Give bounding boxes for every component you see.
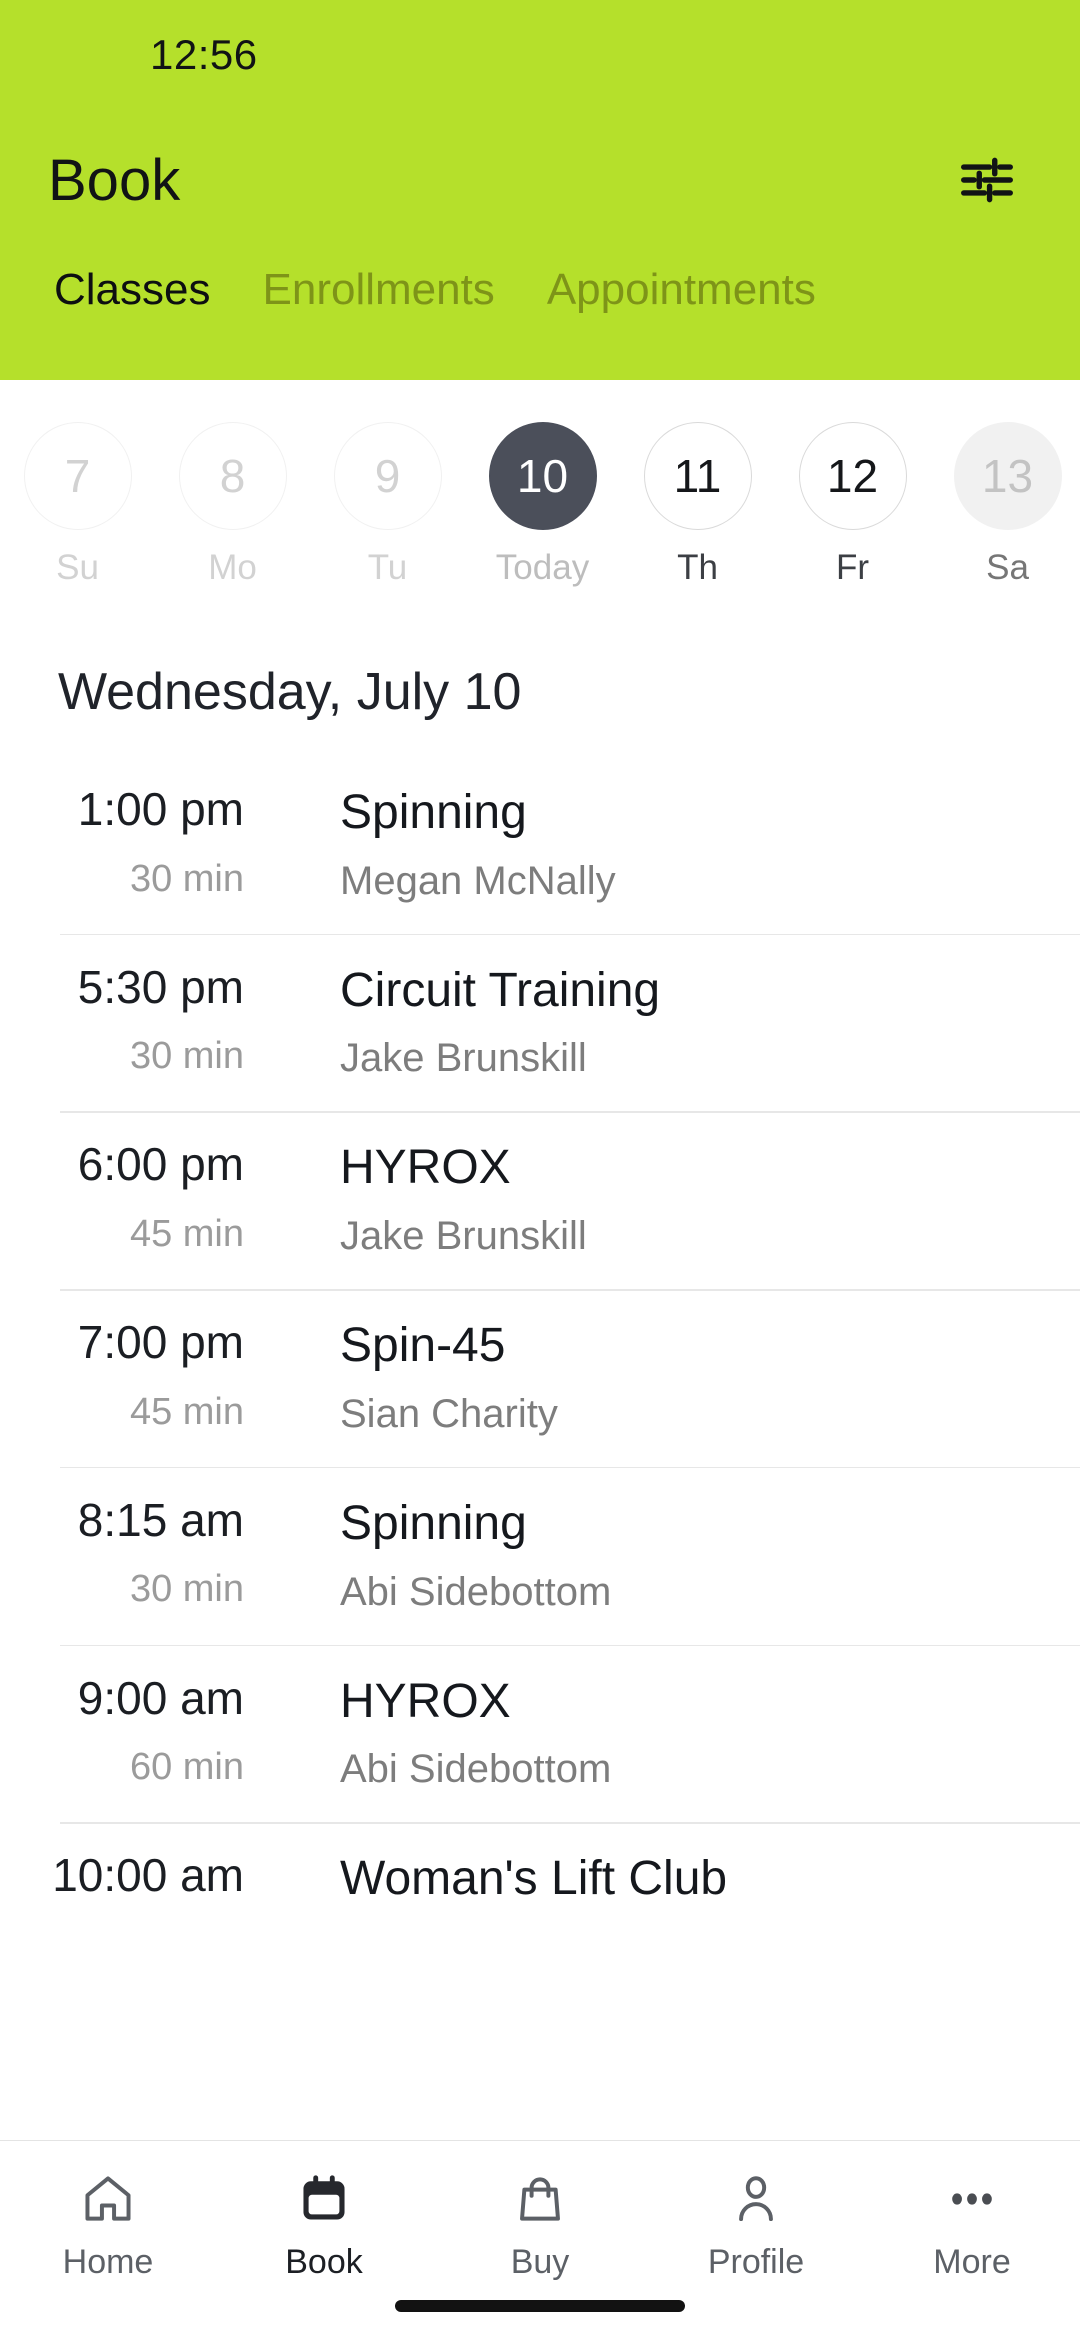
class-instructor: Jake Brunskill	[340, 1036, 587, 1081]
class-info-column: Circuit Training Jake Brunskill	[270, 962, 1032, 1082]
date-weekday: Mo	[208, 548, 257, 587]
nav-item-home[interactable]: Home	[0, 2167, 216, 2282]
class-duration: 45 min	[129, 1390, 244, 1433]
date-weekday: Th	[677, 548, 718, 587]
status-bar: 12:56	[0, 0, 1080, 110]
class-instructor: Megan McNally	[340, 858, 616, 903]
class-row[interactable]: 8:15 am 30 min Spinning Abi Sidebottom	[0, 1466, 1080, 1645]
class-time-column: 10:00 am	[0, 1850, 270, 1924]
class-row[interactable]: 6:00 pm 45 min HYROX Jake Brunskill	[0, 1111, 1080, 1289]
date-number: 8	[178, 422, 287, 530]
bag-icon	[512, 2167, 568, 2231]
nav-item-more[interactable]: More	[864, 2167, 1080, 2282]
class-time-column: 9:00 am 60 min	[0, 1671, 270, 1790]
app-header: 12:56 Book Classes Enrollments Appointme…	[0, 0, 1080, 380]
class-instructor: Abi Sidebottom	[340, 1747, 612, 1792]
class-time: 8:15 am	[77, 1493, 244, 1546]
header-tabs: Classes Enrollments Appointments	[0, 250, 1080, 380]
tab-classes[interactable]: Classes	[32, 264, 233, 317]
nav-item-book[interactable]: Book	[216, 2167, 432, 2282]
home-icon	[80, 2167, 136, 2231]
class-duration: 30 min	[129, 857, 244, 900]
date-weekday: Su	[56, 548, 99, 587]
date-weekday: Today	[495, 548, 590, 587]
person-icon	[728, 2167, 784, 2231]
date-cell-10-today[interactable]: 10 Today	[465, 422, 620, 588]
class-name: HYROX	[340, 1674, 511, 1728]
nav-label: Book	[285, 2243, 363, 2281]
filter-icon[interactable]	[942, 135, 1032, 225]
date-cell-7[interactable]: 7 Su	[0, 422, 155, 588]
class-duration: 60 min	[129, 1746, 244, 1789]
date-cell-13[interactable]: 13 Sa	[930, 422, 1080, 588]
date-number: 12	[798, 422, 907, 530]
class-row[interactable]: 9:00 am 60 min HYROX Abi Sidebottom	[0, 1644, 1080, 1823]
status-bar-clock: 12:56	[150, 31, 258, 78]
class-time-column: 8:15 am 30 min	[0, 1493, 270, 1612]
class-duration: 30 min	[129, 1568, 244, 1611]
nav-item-profile[interactable]: Profile	[648, 2167, 864, 2282]
date-weekday: Tu	[367, 548, 408, 587]
class-name: HYROX	[340, 1141, 511, 1195]
tab-appointments[interactable]: Appointments	[525, 264, 838, 317]
class-info-column: Spinning Megan McNally	[270, 784, 1032, 904]
class-time-column: 6:00 pm 45 min	[0, 1139, 270, 1256]
date-number: 9	[333, 422, 442, 530]
date-cell-8[interactable]: 8 Mo	[155, 422, 310, 588]
nav-label: Home	[62, 2243, 154, 2281]
app-root: 12:56 Book Classes Enrollments Appointme…	[0, 0, 1080, 2340]
date-weekday: Fr	[835, 548, 870, 587]
date-cell-9[interactable]: 9 Tu	[310, 422, 465, 588]
class-row[interactable]: 7:00 pm 45 min Spin-45 Sian Charity	[0, 1289, 1080, 1467]
nav-label: Buy	[510, 2243, 570, 2281]
class-name: Spinning	[340, 786, 527, 839]
class-duration: 30 min	[129, 1035, 244, 1078]
calendar-icon	[296, 2167, 352, 2231]
class-time: 7:00 pm	[77, 1316, 244, 1369]
date-cell-12[interactable]: 12 Fr	[775, 422, 930, 588]
date-number: 7	[23, 422, 132, 530]
class-time: 6:00 pm	[77, 1138, 244, 1191]
class-name: Spinning	[340, 1496, 527, 1550]
class-instructor: Abi Sidebottom	[340, 1569, 612, 1614]
class-info-column: HYROX Jake Brunskill	[270, 1139, 1032, 1259]
class-time: 5:30 pm	[77, 960, 244, 1013]
class-name: Woman's Lift Club	[340, 1852, 728, 1906]
class-info-column: Woman's Lift Club	[270, 1850, 1032, 1925]
date-number: 10	[488, 422, 597, 530]
date-cell-11[interactable]: 11 Th	[620, 422, 775, 588]
class-time-column: 7:00 pm 45 min	[0, 1317, 270, 1434]
class-name: Spin-45	[340, 1319, 506, 1373]
class-time: 1:00 pm	[77, 783, 244, 835]
day-heading: Wednesday, July 10	[58, 663, 522, 721]
nav-item-buy[interactable]: Buy	[432, 2167, 648, 2282]
home-indicator	[395, 2300, 685, 2312]
class-row[interactable]: 5:30 pm 30 min Circuit Training Jake Bru…	[0, 933, 1080, 1112]
class-list[interactable]: 1:00 pm 30 min Spinning Megan McNally 5:…	[0, 756, 1080, 2340]
class-name: Circuit Training	[340, 963, 661, 1017]
class-time: 10:00 am	[52, 1849, 244, 1902]
nav-label: More	[933, 2243, 1011, 2281]
date-number: 13	[953, 422, 1062, 530]
class-info-column: Spinning Abi Sidebottom	[270, 1495, 1032, 1615]
page-title: Book	[48, 147, 181, 213]
date-number: 11	[643, 422, 752, 530]
class-time-column: 1:00 pm 30 min	[0, 783, 270, 901]
class-info-column: Spin-45 Sian Charity	[270, 1317, 1032, 1437]
class-time-column: 5:30 pm 30 min	[0, 960, 270, 1079]
class-info-column: HYROX Abi Sidebottom	[270, 1673, 1032, 1793]
class-time: 9:00 am	[77, 1671, 244, 1724]
class-row[interactable]: 10:00 am Woman's Lift Club	[0, 1822, 1080, 1955]
tab-enrollments[interactable]: Enrollments	[241, 264, 517, 317]
nav-label: Profile	[707, 2243, 805, 2281]
date-weekday: Sa	[986, 548, 1029, 587]
class-instructor: Sian Charity	[340, 1391, 558, 1436]
ellipsis-icon	[944, 2167, 1000, 2231]
date-strip[interactable]: 7 Su 8 Mo 9 Tu 10 Today 11 Th 12 Fr 13 S…	[0, 380, 1080, 630]
header-title-row: Book	[0, 110, 1080, 250]
class-instructor: Jake Brunskill	[340, 1214, 587, 1259]
class-row[interactable]: 1:00 pm 30 min Spinning Megan McNally	[0, 756, 1080, 934]
class-duration: 45 min	[129, 1212, 244, 1255]
